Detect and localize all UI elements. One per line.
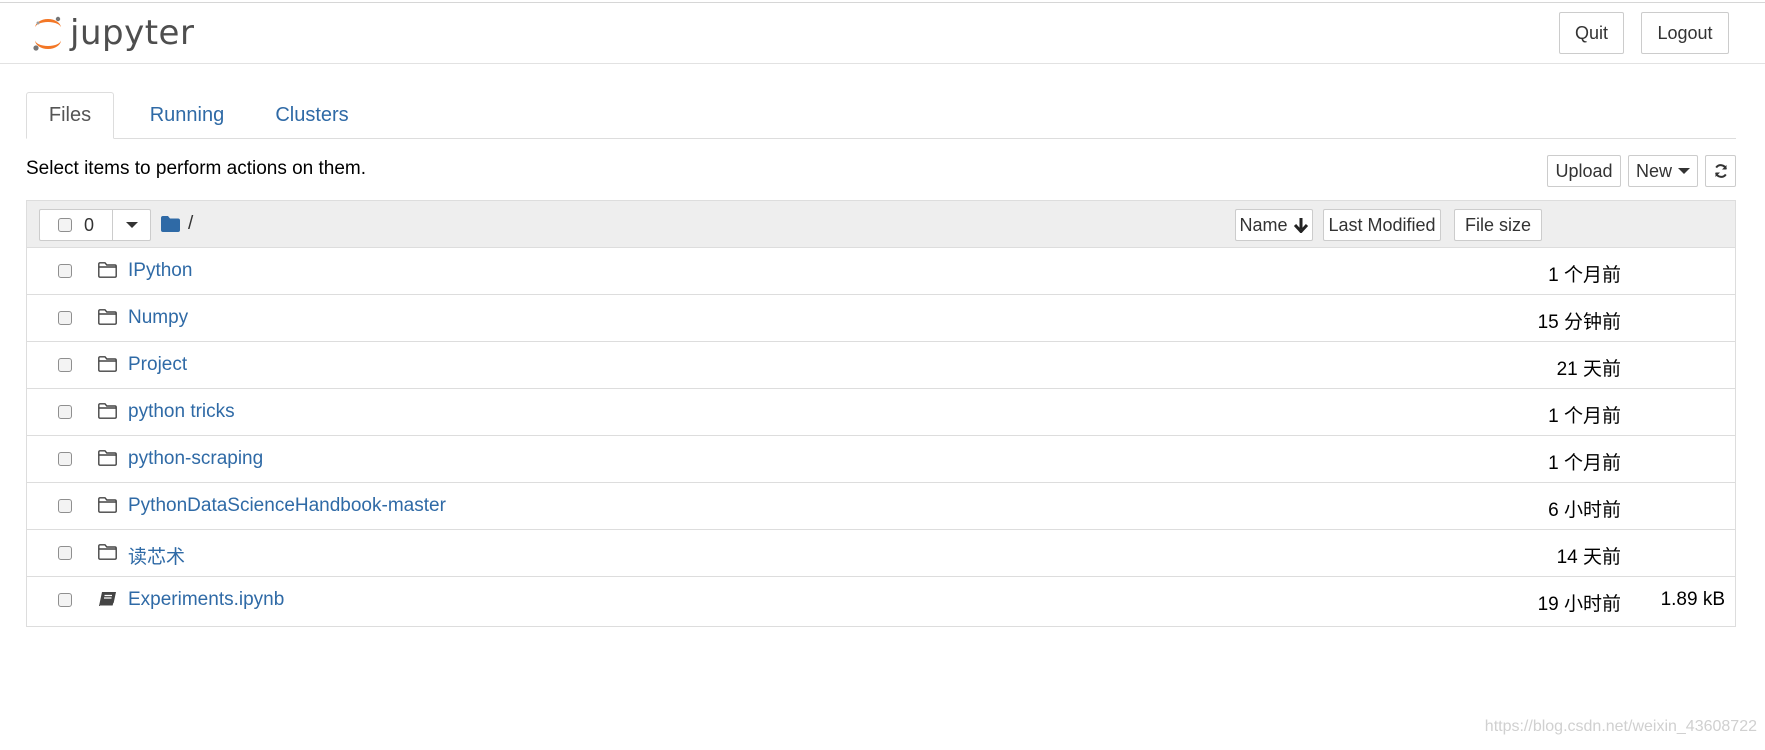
file-modified: 1 个月前 [1548, 406, 1621, 427]
chevron-down-icon [1678, 168, 1690, 174]
quit-button[interactable]: Quit [1559, 12, 1624, 54]
list-item[interactable]: Project 21 天前 [27, 342, 1735, 389]
file-name-link[interactable]: Numpy [128, 307, 188, 329]
notebook-icon [99, 592, 116, 607]
folder-outline-icon [98, 309, 117, 325]
file-name-link[interactable]: 读芯术 [128, 542, 185, 569]
file-name-link[interactable]: IPython [128, 260, 192, 282]
list-item[interactable]: python tricks 1 个月前 [27, 389, 1735, 436]
breadcrumb-root[interactable]: / [188, 213, 193, 235]
list-item[interactable]: python-scraping 1 个月前 [27, 436, 1735, 483]
row-checkbox[interactable] [58, 405, 72, 419]
refresh-icon [1714, 164, 1727, 178]
folder-outline-icon [98, 356, 117, 372]
row-checkbox[interactable] [58, 264, 72, 278]
select-all-group: 0 [39, 209, 151, 241]
folder-outline-icon [98, 262, 117, 278]
select-all-checkbox[interactable] [58, 218, 72, 232]
file-modified: 15 分钟前 [1537, 312, 1621, 333]
row-checkbox[interactable] [58, 546, 72, 560]
watermark: https://blog.csdn.net/weixin_43608722 [1484, 718, 1757, 735]
folder-icon[interactable] [161, 216, 180, 232]
file-list-header: 0 / Name Last Modified File size [27, 201, 1735, 248]
new-button[interactable]: New [1628, 155, 1698, 187]
file-modified: 1 个月前 [1548, 265, 1621, 286]
tab-clusters[interactable]: Clusters [254, 92, 370, 138]
file-name-link[interactable]: Project [128, 354, 187, 376]
selected-count: 0 [84, 214, 95, 235]
file-size: 1.89 kB [1660, 589, 1725, 610]
tab-running[interactable]: Running [128, 92, 246, 138]
folder-outline-icon [98, 544, 117, 560]
list-item[interactable]: 读芯术 14 天前 [27, 530, 1735, 577]
file-name-link[interactable]: python-scraping [128, 448, 263, 470]
file-name-link[interactable]: PythonDataScienceHandbook-master [128, 495, 446, 517]
selection-hint: Select items to perform actions on them. [26, 158, 367, 179]
sort-modified-button[interactable]: Last Modified [1323, 209, 1441, 241]
list-item[interactable]: PythonDataScienceHandbook-master 6 小时前 [27, 483, 1735, 530]
folder-outline-icon [98, 497, 117, 513]
header-bar: jupyter Quit Logout [0, 3, 1765, 64]
tab-bar: Files Running Clusters [26, 92, 1736, 139]
row-checkbox[interactable] [58, 311, 72, 325]
file-modified: 6 小时前 [1548, 500, 1621, 521]
tab-files[interactable]: Files [26, 92, 114, 139]
file-modified: 1 个月前 [1548, 453, 1621, 474]
row-checkbox[interactable] [58, 452, 72, 466]
jupyter-logo[interactable]: jupyter [32, 11, 194, 55]
file-name-link[interactable]: python tricks [128, 401, 235, 423]
folder-outline-icon [98, 450, 117, 466]
sort-size-button[interactable]: File size [1454, 209, 1542, 241]
logout-button[interactable]: Logout [1641, 12, 1729, 54]
file-modified: 14 天前 [1556, 547, 1621, 568]
row-checkbox[interactable] [58, 593, 72, 607]
chevron-down-icon [125, 222, 138, 228]
row-checkbox[interactable] [58, 499, 72, 513]
sort-name-label: Name [1239, 214, 1288, 235]
arrow-down-icon [1293, 218, 1308, 233]
file-modified: 21 天前 [1556, 359, 1621, 380]
list-item[interactable]: IPython 1 个月前 [27, 248, 1735, 295]
breadcrumb: / [161, 213, 193, 235]
folder-outline-icon [98, 403, 117, 419]
jupyter-logo-icon [33, 16, 61, 51]
select-all-button[interactable]: 0 [39, 209, 113, 241]
sort-name-button[interactable]: Name [1235, 209, 1313, 241]
list-item[interactable]: Numpy 15 分钟前 [27, 295, 1735, 342]
row-checkbox[interactable] [58, 358, 72, 372]
file-modified: 19 小时前 [1537, 594, 1621, 615]
refresh-button[interactable] [1705, 155, 1736, 187]
file-name-link[interactable]: Experiments.ipynb [128, 589, 284, 611]
new-button-label: New [1635, 160, 1672, 181]
list-item[interactable]: Experiments.ipynb 19 小时前 1.89 kB [27, 577, 1735, 626]
file-list: 0 / Name Last Modified File size IPython… [26, 200, 1736, 627]
logo-text: jupyter [70, 13, 195, 53]
select-dropdown-button[interactable] [113, 209, 151, 241]
upload-button[interactable]: Upload [1547, 155, 1621, 187]
